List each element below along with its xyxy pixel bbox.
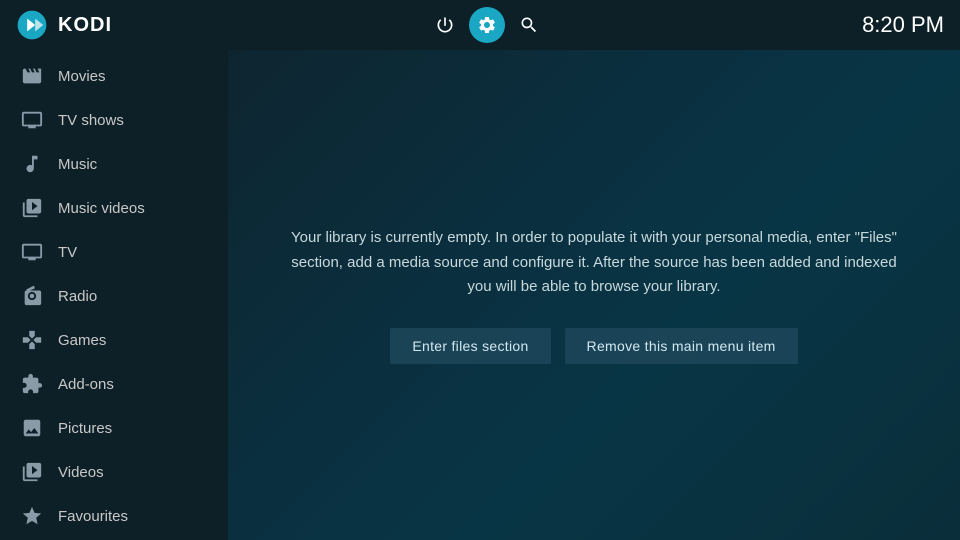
empty-library-message: Your library is currently empty. In orde…	[284, 226, 904, 300]
sidebar-item-games-label: Games	[58, 332, 106, 349]
search-icon	[519, 15, 539, 35]
enter-files-section-button[interactable]: Enter files section	[390, 328, 550, 364]
videos-icon	[20, 460, 44, 484]
topbar: KODI 8:20 PM	[0, 0, 960, 50]
settings-icon-button[interactable]	[469, 7, 505, 43]
sidebar-item-tv-label: TV	[58, 244, 77, 261]
sidebar-item-music[interactable]: Music	[0, 142, 228, 186]
power-icon	[435, 15, 455, 35]
favourites-icon	[20, 504, 44, 528]
topbar-left: KODI	[16, 9, 112, 41]
pictures-icon	[20, 416, 44, 440]
sidebar-item-radio[interactable]: Radio	[0, 274, 228, 318]
main-layout: Movies TV shows Music Music videos TV	[0, 50, 960, 540]
sidebar-item-movies[interactable]: Movies	[0, 54, 228, 98]
sidebar-item-music-label: Music	[58, 156, 97, 173]
clock: 8:20 PM	[862, 12, 944, 38]
empty-library-buttons: Enter files section Remove this main men…	[284, 328, 904, 364]
sidebar-item-pictures-label: Pictures	[58, 420, 112, 437]
sidebar-item-videos[interactable]: Videos	[0, 450, 228, 494]
power-icon-button[interactable]	[427, 7, 463, 43]
sidebar-item-tv[interactable]: TV	[0, 230, 228, 274]
sidebar-item-add-ons[interactable]: Add-ons	[0, 362, 228, 406]
music-videos-icon	[20, 196, 44, 220]
music-icon	[20, 152, 44, 176]
games-icon	[20, 328, 44, 352]
sidebar-item-tv-shows[interactable]: TV shows	[0, 98, 228, 142]
sidebar-item-radio-label: Radio	[58, 288, 97, 305]
search-icon-button[interactable]	[511, 7, 547, 43]
remove-menu-item-button[interactable]: Remove this main menu item	[565, 328, 798, 364]
sidebar-item-videos-label: Videos	[58, 464, 104, 481]
sidebar-item-movies-label: Movies	[58, 68, 106, 85]
tv-shows-icon	[20, 108, 44, 132]
sidebar-item-tv-shows-label: TV shows	[58, 112, 124, 129]
topbar-icons	[427, 7, 547, 43]
kodi-logo-icon	[16, 9, 48, 41]
radio-icon	[20, 284, 44, 308]
add-ons-icon	[20, 372, 44, 396]
content-area: Your library is currently empty. In orde…	[228, 50, 960, 540]
sidebar-item-favourites-label: Favourites	[58, 508, 128, 525]
tv-icon	[20, 240, 44, 264]
sidebar-item-music-videos[interactable]: Music videos	[0, 186, 228, 230]
sidebar-item-pictures[interactable]: Pictures	[0, 406, 228, 450]
sidebar-item-music-videos-label: Music videos	[58, 200, 145, 217]
movies-icon	[20, 64, 44, 88]
empty-library-box: Your library is currently empty. In orde…	[284, 226, 904, 364]
sidebar-item-favourites[interactable]: Favourites	[0, 494, 228, 538]
sidebar: Movies TV shows Music Music videos TV	[0, 50, 228, 540]
app-title: KODI	[58, 14, 112, 37]
sidebar-item-add-ons-label: Add-ons	[58, 376, 114, 393]
sidebar-item-games[interactable]: Games	[0, 318, 228, 362]
settings-icon	[477, 15, 497, 35]
